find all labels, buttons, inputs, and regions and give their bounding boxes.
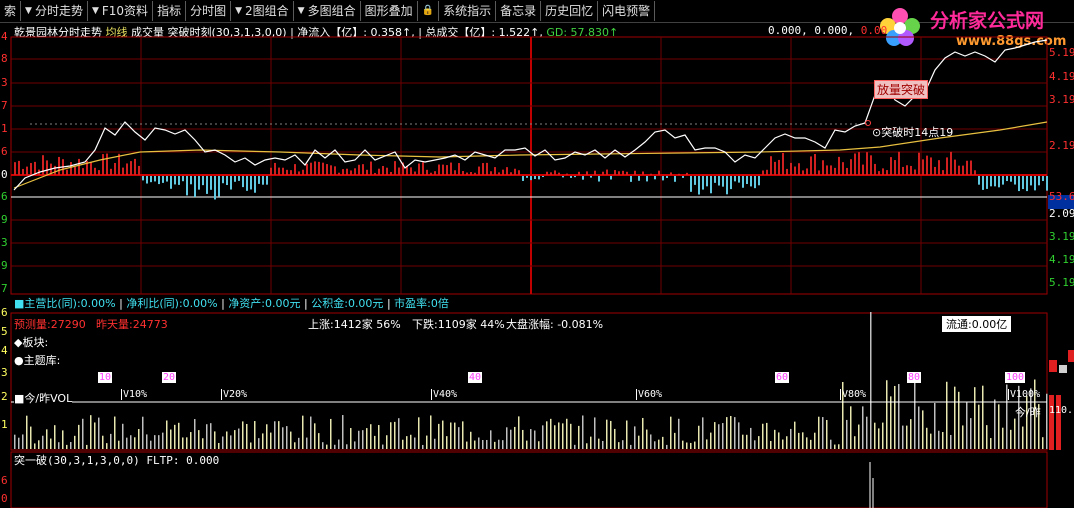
ratio-label-right: 今/昨 [1015, 406, 1041, 419]
pct-right: 110. [1049, 405, 1074, 416]
left-axis-vol-label: 4 [1, 344, 8, 357]
left-axis-vol-label: 3 [1, 366, 8, 379]
down-count: 下跌:1109家 44% [412, 318, 505, 331]
net-assets: 净资产:0.00元 [228, 297, 301, 310]
v-tick: V20% [221, 389, 248, 400]
main-biz-ratio: ■主营比(同):0.00% [14, 297, 116, 310]
sector-label: ◆板块: [14, 336, 49, 349]
left-axis-label: 6 [1, 190, 8, 203]
breakout-tag: 放量突破 [874, 80, 929, 99]
left-axis-label: 3 [1, 76, 8, 89]
left-axis-label: 8 [1, 52, 8, 65]
right-axis-label: 53.6 [1049, 190, 1074, 203]
pct-tick: 60 [775, 372, 790, 383]
v-tick: V80% [840, 389, 867, 400]
float-shares: 流通:0.00亿 [942, 316, 1012, 332]
market-change: 大盘涨幅: -0.081% [506, 318, 604, 331]
left-axis-bottom-label: 6 [1, 474, 8, 487]
pct-tick: 40 [468, 372, 483, 383]
left-axis-label: 0 [1, 168, 8, 181]
right-axis-label: 4.19 [1049, 253, 1074, 266]
up-count: 上涨:1412家 56% [308, 318, 401, 331]
theme-label: ●主题库: [14, 354, 61, 367]
breakout-time-label: ⊙突破时14点19 [872, 126, 954, 139]
finance-line: ■主营比(同):0.00% | 净利比(同):0.00% | 净资产:0.00元… [14, 297, 449, 310]
bottom-title: 突一破(30,3,1,3,0,0) [14, 454, 140, 467]
left-axis-label: 7 [1, 282, 8, 295]
left-axis-label: 9 [1, 259, 8, 272]
right-axis-label: 5.19 [1049, 46, 1074, 59]
right-axis-label: 5.19 [1049, 276, 1074, 289]
pct-tick: 80 [907, 372, 922, 383]
left-axis-label: 7 [1, 99, 8, 112]
left-axis-vol-label: 6 [1, 306, 8, 319]
vol-legend: ■今/昨VOL [14, 390, 73, 406]
v-tick: V100% [1008, 389, 1041, 400]
right-axis-label: 2.19 [1049, 139, 1074, 152]
pe-ratio: 市盈率:0倍 [394, 297, 449, 310]
left-axis-label: 4 [1, 30, 8, 43]
v-tick: V60% [636, 389, 663, 400]
left-axis-bottom-label: 0 [1, 492, 8, 505]
yesterday-volume: 昨天量:24773 [96, 318, 168, 331]
left-axis-label: 1 [1, 122, 8, 135]
v-tick: V40% [431, 389, 458, 400]
fltp-value: FLTP: 0.000 [146, 454, 220, 467]
left-axis-label: 6 [1, 145, 8, 158]
bottom-indicator: 突一破(30,3,1,3,0,0) FLTP: 0.000 [14, 452, 219, 468]
pct-tick: 20 [162, 372, 177, 383]
left-axis-label: 3 [1, 236, 8, 249]
forecast-volume: 预测量:27290 [14, 318, 86, 331]
chart-canvas [10, 36, 1074, 508]
net-profit-ratio: 净利比(同):0.00% [126, 297, 218, 310]
left-axis-label: 9 [1, 213, 8, 226]
pct-tick: 100 [1005, 372, 1026, 383]
left-axis-vol-label: 5 [1, 325, 8, 338]
v-tick: V10% [121, 389, 148, 400]
reserve-fund: 公积金:0.00元 [311, 297, 384, 310]
right-axis-label: 2.09 [1049, 207, 1074, 220]
right-axis-label: 3.19 [1049, 230, 1074, 243]
right-axis-label: 3.19 [1049, 93, 1074, 106]
left-axis-vol-label: 1 [1, 418, 8, 431]
left-axis-vol-label: 2 [1, 390, 8, 403]
right-axis-label: 4.19 [1049, 70, 1074, 83]
pct-tick: 10 [98, 372, 113, 383]
